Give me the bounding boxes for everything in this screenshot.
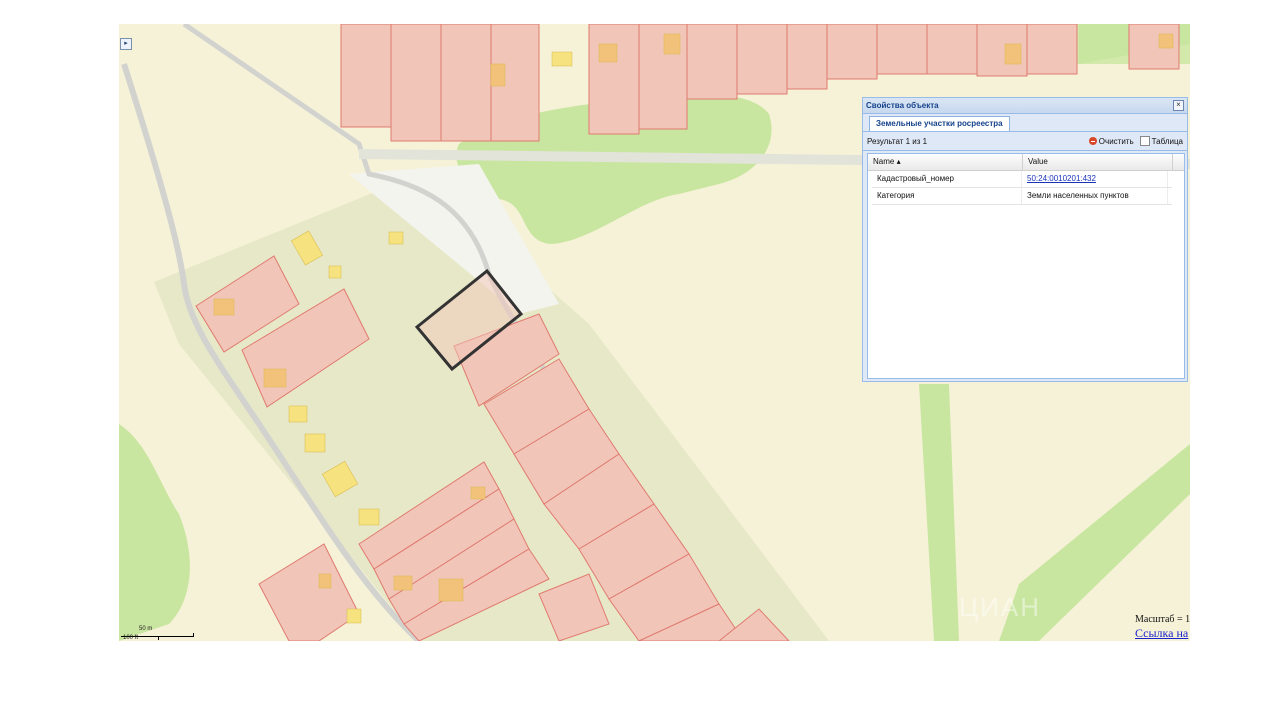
row-name-cell: Категория: [872, 188, 1022, 204]
clear-button[interactable]: Очистить: [1088, 136, 1134, 146]
map-info: Масштаб = 1 Ссылка на: [1135, 614, 1190, 641]
panel-tabs: Земельные участки росреестра: [863, 114, 1187, 132]
properties-panel[interactable]: Свойства объекта × Земельные участки рос…: [862, 97, 1188, 382]
row-name-cell: Кадастровый_номер: [872, 171, 1022, 187]
table-row[interactable]: Кадастровый_номер 50:24:0010201:432: [872, 171, 1172, 188]
cadastral-number-link[interactable]: 50:24:0010201:432: [1027, 174, 1096, 183]
properties-grid: Name ▴ Value Кадастровый_номер 50:24:001…: [867, 153, 1185, 379]
table-checkbox[interactable]: [1139, 136, 1150, 146]
column-header-value[interactable]: Value: [1023, 154, 1173, 170]
panel-toolbar: Результат 1 из 1 Очистить Таблица: [863, 132, 1187, 151]
scale-imperial-label: 100 ft: [123, 635, 139, 641]
clear-icon: [1088, 137, 1097, 145]
table-row[interactable]: Категория Земли населенных пунктов: [872, 188, 1172, 205]
column-header-name[interactable]: Name ▴: [868, 154, 1023, 170]
table-label: Таблица: [1151, 136, 1183, 146]
scale-metric-label: 50 m: [139, 626, 153, 632]
close-icon[interactable]: ×: [1173, 100, 1184, 111]
clear-label: Очистить: [1098, 136, 1134, 146]
expand-arrow-icon[interactable]: ▸: [120, 38, 132, 50]
scale-bar: 50 m 100 ft: [121, 624, 221, 641]
watermark: ЦИАН: [959, 592, 1042, 622]
map-link[interactable]: Ссылка на: [1135, 626, 1190, 641]
tab-rosreestr-parcels[interactable]: Земельные участки росреестра: [869, 116, 1010, 131]
panel-title: Свойства объекта: [866, 101, 939, 110]
result-count: Результат 1 из 1: [867, 136, 928, 146]
row-value-cell: Земли населенных пунктов: [1022, 188, 1168, 204]
grid-header: Name ▴ Value: [868, 154, 1184, 171]
panel-title-bar[interactable]: Свойства объекта ×: [863, 98, 1187, 114]
table-toggle[interactable]: Таблица: [1139, 136, 1183, 146]
map-scale-text: Масштаб = 1: [1135, 614, 1190, 625]
